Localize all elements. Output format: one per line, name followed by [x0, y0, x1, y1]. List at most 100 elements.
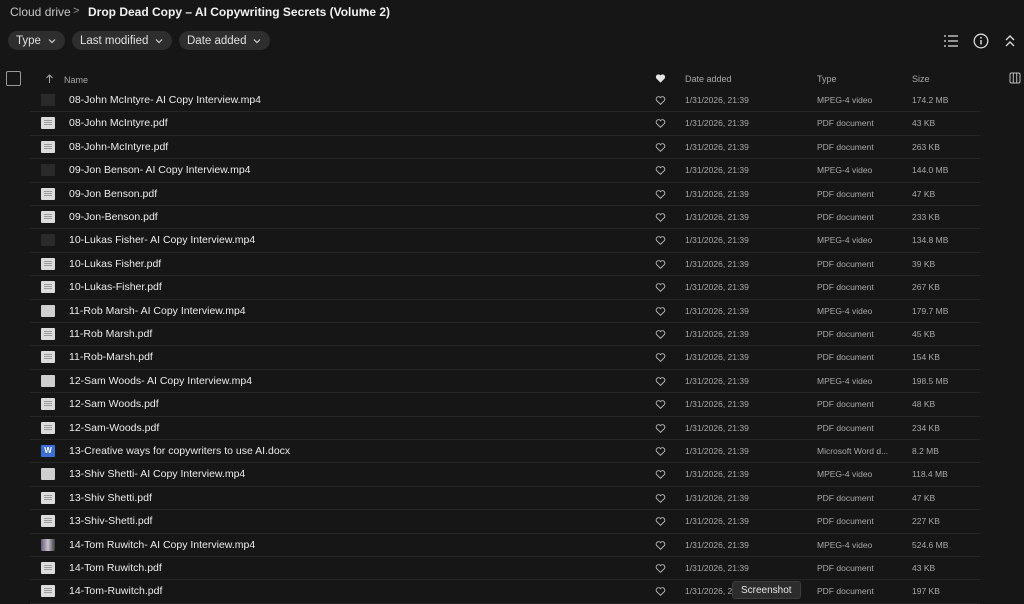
file-name[interactable]: 09-Jon Benson.pdf: [69, 188, 157, 200]
file-name[interactable]: 10-Lukas-Fisher.pdf: [69, 281, 162, 293]
column-header-date-added[interactable]: Date added: [685, 74, 732, 84]
sort-arrow-up-icon[interactable]: [45, 74, 54, 84]
file-size: 174.2 MB: [912, 95, 949, 105]
file-row[interactable]: 13-Shiv Shetti- AI Copy Interview.mp4 1/3…: [0, 463, 1024, 487]
heart-outline-icon[interactable]: [655, 563, 666, 574]
file-row[interactable]: 10-Lukas Fisher- AI Copy Interview.mp4 1/…: [0, 229, 1024, 253]
heart-outline-icon[interactable]: [655, 259, 666, 270]
file-row[interactable]: 11-Rob Marsh.pdf 1/31/2026, 21:39 PDF docu…: [0, 323, 1024, 347]
heart-outline-icon[interactable]: [655, 95, 666, 106]
file-row[interactable]: W 13-Creative ways for copywriters to use…: [0, 440, 1024, 464]
file-row[interactable]: 14-Tom-Ruwitch.pdf 1/31/2026, 21:39 PDF do…: [0, 580, 1024, 604]
file-row[interactable]: 11-Rob Marsh- AI Copy Interview.mp4 1/31/…: [0, 300, 1024, 323]
file-row[interactable]: 14-Tom Ruwitch- AI Copy Interview.mp4 1/3…: [0, 534, 1024, 557]
heart-outline-icon[interactable]: [655, 306, 666, 317]
breadcrumb-root[interactable]: Cloud drive: [10, 5, 71, 19]
file-name[interactable]: 13-Creative ways for copywriters to use …: [69, 445, 290, 457]
file-row[interactable]: 09-Jon-Benson.pdf 1/31/2026, 21:39 PDF doc…: [0, 206, 1024, 230]
file-name[interactable]: 09-Jon Benson- AI Copy Interview.mp4: [69, 164, 251, 176]
heart-outline-icon[interactable]: [655, 352, 666, 363]
file-row[interactable]: 12-Sam-Woods.pdf 1/31/2026, 21:39 PDF docu…: [0, 417, 1024, 440]
file-row[interactable]: 08-John McIntyre.pdf 1/31/2026, 21:39 PDF …: [0, 112, 1024, 136]
file-name[interactable]: 12-Sam-Woods.pdf: [69, 422, 159, 434]
select-all-checkbox[interactable]: [6, 71, 21, 86]
heart-outline-icon[interactable]: [655, 540, 666, 551]
file-row[interactable]: 08-John-McIntyre.pdf 1/31/2026, 21:39 PDF …: [0, 136, 1024, 160]
file-row[interactable]: 09-Jon Benson- AI Copy Interview.mp4 1/31…: [0, 159, 1024, 183]
file-name[interactable]: 10-Lukas Fisher- AI Copy Interview.mp4: [69, 234, 255, 246]
file-row[interactable]: 14-Tom Ruwitch.pdf 1/31/2026, 21:39 PDF do…: [0, 557, 1024, 581]
heart-outline-icon[interactable]: [655, 423, 666, 434]
chevron-down-icon: [48, 38, 56, 43]
filter-type-chip[interactable]: Type: [8, 31, 65, 50]
breadcrumb-separator: >: [73, 5, 80, 17]
heart-outline-icon[interactable]: [655, 118, 666, 129]
file-name[interactable]: 14-Tom Ruwitch.pdf: [69, 562, 162, 574]
file-name[interactable]: 14-Tom-Ruwitch.pdf: [69, 585, 162, 597]
heart-outline-icon[interactable]: [655, 329, 666, 340]
file-name[interactable]: 11-Rob Marsh.pdf: [69, 328, 152, 340]
video-thumbnail-icon: [41, 374, 55, 387]
file-type: MPEG-4 video: [817, 469, 873, 480]
list-view-icon[interactable]: [942, 32, 960, 50]
file-row[interactable]: 13-Shiv-Shetti.pdf 1/31/2026, 21:39 PDF do…: [0, 510, 1024, 534]
file-row[interactable]: 09-Jon Benson.pdf 1/31/2026, 21:39 PDF doc…: [0, 183, 1024, 206]
heart-outline-icon[interactable]: [655, 493, 666, 504]
heart-outline-icon[interactable]: [655, 376, 666, 387]
file-row[interactable]: 10-Lukas-Fisher.pdf 1/31/2026, 21:39 PDF d…: [0, 276, 1024, 300]
collapse-icon[interactable]: [1001, 32, 1019, 50]
file-name[interactable]: 10-Lukas Fisher.pdf: [69, 258, 161, 270]
filter-last-modified-chip[interactable]: Last modified: [72, 31, 173, 50]
file-size: 234 KB: [912, 422, 940, 433]
heart-outline-icon[interactable]: [655, 399, 666, 410]
heart-outline-icon[interactable]: [655, 212, 666, 223]
file-date-added: 1/31/2026, 21:39: [685, 188, 749, 199]
filter-date-added-label: Date added: [187, 34, 247, 47]
file-name[interactable]: 13-Shiv Shetti.pdf: [69, 492, 152, 504]
chevron-down-icon[interactable]: [357, 4, 369, 16]
file-type: MPEG-4 video: [817, 375, 873, 386]
filter-date-added-chip[interactable]: Date added: [179, 31, 271, 50]
heart-outline-icon[interactable]: [655, 446, 666, 457]
heart-outline-icon[interactable]: [655, 282, 666, 293]
column-header-size[interactable]: Size: [912, 74, 930, 84]
file-row[interactable]: 12-Sam Woods.pdf 1/31/2026, 21:39 PDF docu…: [0, 393, 1024, 417]
file-name[interactable]: 12-Sam Woods- AI Copy Interview.mp4: [69, 375, 252, 387]
column-settings-icon[interactable]: [1009, 72, 1021, 84]
file-name[interactable]: 08-John McIntyre- AI Copy Interview.mp4: [69, 94, 261, 106]
heart-icon[interactable]: [655, 73, 666, 84]
file-name[interactable]: 12-Sam Woods.pdf: [69, 398, 159, 410]
file-size: 48 KB: [912, 399, 936, 410]
file-name[interactable]: 08-John-McIntyre.pdf: [69, 141, 168, 153]
file-name[interactable]: 11-Rob Marsh- AI Copy Interview.mp4: [69, 305, 246, 317]
pdf-file-icon: [41, 491, 55, 504]
filter-bar: Type Last modified Date added: [0, 31, 1024, 51]
breadcrumb-current-folder[interactable]: Drop Dead Copy – AI Copywriting Secrets …: [88, 5, 390, 19]
file-row[interactable]: 10-Lukas Fisher.pdf 1/31/2026, 21:39 PDF d…: [0, 253, 1024, 277]
heart-outline-icon[interactable]: [655, 165, 666, 176]
heart-outline-icon[interactable]: [655, 189, 666, 200]
file-name[interactable]: 13-Shiv Shetti- AI Copy Interview.mp4: [69, 468, 245, 480]
file-name[interactable]: 13-Shiv-Shetti.pdf: [69, 515, 152, 527]
file-name[interactable]: 09-Jon-Benson.pdf: [69, 211, 158, 223]
heart-outline-icon[interactable]: [655, 586, 666, 597]
file-size: 267 KB: [912, 282, 940, 293]
file-name[interactable]: 08-John McIntyre.pdf: [69, 117, 168, 129]
heart-outline-icon[interactable]: [655, 516, 666, 527]
file-row[interactable]: 08-John McIntyre- AI Copy Interview.mp4 1…: [0, 92, 1024, 113]
column-header-name[interactable]: Name: [64, 75, 88, 85]
file-type: MPEG-4 video: [817, 539, 873, 550]
heart-outline-icon[interactable]: [655, 235, 666, 246]
file-name[interactable]: 14-Tom Ruwitch- AI Copy Interview.mp4: [69, 539, 255, 551]
heart-outline-icon[interactable]: [655, 142, 666, 153]
file-size: 154 KB: [912, 352, 940, 363]
file-type: Microsoft Word d...: [817, 446, 889, 456]
column-header-type[interactable]: Type: [817, 74, 837, 84]
file-row[interactable]: 11-Rob-Marsh.pdf 1/31/2026, 21:39 PDF docu…: [0, 346, 1024, 370]
file-type: MPEG-4 video: [817, 305, 873, 316]
file-row[interactable]: 13-Shiv Shetti.pdf 1/31/2026, 21:39 PDF do…: [0, 487, 1024, 511]
file-row[interactable]: 12-Sam Woods- AI Copy Interview.mp4 1/31/…: [0, 370, 1024, 394]
file-name[interactable]: 11-Rob-Marsh.pdf: [69, 351, 153, 363]
info-icon[interactable]: [972, 32, 990, 50]
heart-outline-icon[interactable]: [655, 469, 666, 480]
